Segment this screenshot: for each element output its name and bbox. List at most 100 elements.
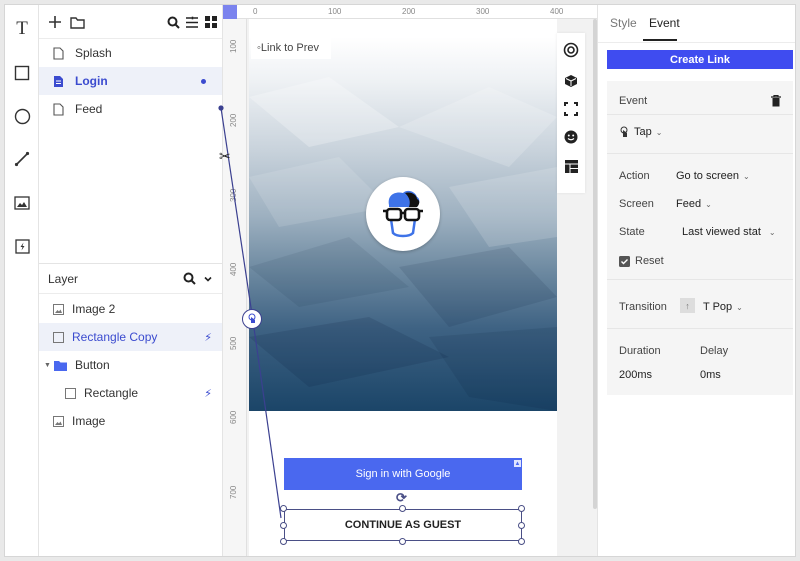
layer-item-rectangle-copy[interactable]: Rectangle Copy ⚡︎ bbox=[39, 323, 222, 351]
tab-event[interactable]: Event bbox=[649, 16, 680, 30]
create-link-button[interactable]: Create Link bbox=[607, 50, 793, 69]
add-folder-button[interactable] bbox=[69, 14, 85, 30]
folder-icon bbox=[69, 16, 85, 29]
add-page-button[interactable] bbox=[47, 14, 63, 30]
event-label: Event bbox=[619, 95, 648, 107]
hotspot-tool[interactable] bbox=[10, 234, 34, 258]
layout-button[interactable] bbox=[563, 158, 579, 174]
layer-label: Button bbox=[74, 358, 110, 372]
image-icon bbox=[14, 196, 30, 210]
duration-label: Duration bbox=[619, 345, 661, 357]
search-pages-button[interactable] bbox=[165, 14, 181, 30]
pages-toolbar bbox=[39, 5, 222, 39]
reset-checkbox[interactable]: Reset bbox=[619, 255, 664, 267]
page-label: Feed bbox=[75, 102, 103, 116]
resize-handle[interactable] bbox=[518, 522, 525, 529]
scissors-icon[interactable]: ✂ bbox=[219, 148, 231, 165]
page-item-splash[interactable]: Splash bbox=[39, 39, 222, 67]
page-item-login[interactable]: Login bbox=[39, 67, 222, 95]
hero-background-image[interactable] bbox=[249, 37, 557, 411]
collapse-layers-button[interactable] bbox=[203, 273, 213, 287]
continue-as-guest-button[interactable]: CONTINUE AS GUEST bbox=[284, 509, 522, 541]
chevron-down-icon: ⌄ bbox=[736, 303, 743, 312]
link-to-prev-label[interactable]: ◦Link to Prev bbox=[251, 37, 331, 59]
divider bbox=[607, 153, 793, 154]
action-select[interactable]: Go to screen ⌄ bbox=[676, 170, 750, 182]
transition-value: T Pop bbox=[703, 301, 733, 313]
properties-panel: Style Event Create Link Event Tap ⌄ Actio… bbox=[597, 5, 795, 556]
layers-header: Layer bbox=[39, 264, 222, 294]
ruler-tick-label: 0 bbox=[253, 7, 258, 16]
ruler-tick-label: 200 bbox=[402, 7, 416, 16]
page-label: Login bbox=[75, 74, 108, 88]
text-icon: T bbox=[16, 18, 28, 39]
search-layers-button[interactable] bbox=[183, 272, 196, 288]
sort-pages-button[interactable] bbox=[184, 14, 200, 30]
resize-handle[interactable] bbox=[280, 538, 287, 545]
trigger-select[interactable]: Tap ⌄ bbox=[619, 126, 662, 138]
layers-panel: Layer Image 2 Rectangle Copy ⚡︎ ▼ Button… bbox=[39, 263, 223, 556]
resize-handle[interactable] bbox=[399, 538, 406, 545]
current-page-indicator bbox=[201, 78, 206, 84]
transition-select[interactable]: T Pop ⌄ bbox=[703, 301, 743, 313]
avatar[interactable] bbox=[366, 177, 440, 251]
trigger-value: Tap bbox=[634, 126, 652, 138]
hotspot-icon bbox=[14, 238, 30, 254]
page-label: Splash bbox=[75, 46, 112, 60]
rectangle-tool[interactable] bbox=[10, 61, 34, 85]
grid-view-button[interactable] bbox=[203, 14, 219, 30]
resize-handle[interactable] bbox=[399, 505, 406, 512]
trash-icon bbox=[771, 94, 781, 107]
layer-label: Rectangle bbox=[84, 386, 139, 400]
delete-event-button[interactable] bbox=[771, 94, 781, 112]
tap-gesture-icon bbox=[248, 313, 256, 323]
resize-handle[interactable] bbox=[518, 538, 525, 545]
expand-caret-icon[interactable]: ▼ bbox=[44, 362, 51, 369]
screen-select[interactable]: Feed ⌄ bbox=[676, 198, 712, 210]
tap-trigger-hotspot[interactable] bbox=[242, 309, 262, 329]
sign-in-google-button[interactable]: Sign in with Google bbox=[284, 458, 522, 490]
duration-input[interactable]: 200ms bbox=[619, 369, 652, 381]
text-tool[interactable]: T bbox=[10, 17, 34, 41]
tab-style[interactable]: Style bbox=[610, 16, 637, 30]
search-icon bbox=[167, 16, 180, 29]
state-select[interactable]: Last viewed stat ⌄ bbox=[682, 226, 776, 238]
design-canvas[interactable]: ◦Link to Prev Sign in with Google ▲ ⟳ CO… bbox=[247, 19, 597, 556]
active-tab-indicator bbox=[643, 39, 677, 41]
emoji-button[interactable] bbox=[563, 129, 579, 145]
ellipse-tool[interactable] bbox=[10, 104, 34, 128]
action-label: Action bbox=[619, 170, 650, 182]
chevron-down-icon: ⌄ bbox=[705, 200, 712, 209]
smiley-icon bbox=[564, 130, 578, 144]
delay-label: Delay bbox=[700, 345, 729, 357]
ruler-tick-label: 100 bbox=[328, 7, 342, 16]
rectangle-icon bbox=[65, 387, 76, 399]
chevron-down-icon bbox=[204, 276, 212, 282]
transition-direction-icon[interactable]: ↑ bbox=[680, 298, 695, 313]
resize-handle[interactable] bbox=[280, 522, 287, 529]
chevron-down-icon: ⌄ bbox=[768, 228, 776, 237]
artboard-login[interactable]: ◦Link to Prev Sign in with Google ▲ ⟳ CO… bbox=[249, 19, 557, 556]
divider bbox=[607, 328, 793, 329]
preview-button[interactable] bbox=[563, 42, 579, 58]
delay-input[interactable]: 0ms bbox=[700, 369, 721, 381]
layout-table-icon bbox=[564, 159, 578, 173]
list-sort-icon bbox=[186, 16, 198, 28]
page-icon bbox=[53, 75, 67, 88]
layer-item-rectangle[interactable]: Rectangle ⚡︎ bbox=[39, 379, 222, 407]
page-icon bbox=[53, 46, 67, 60]
divider bbox=[607, 279, 793, 280]
resize-handle[interactable] bbox=[518, 505, 525, 512]
image-icon bbox=[53, 415, 64, 427]
layer-item-image[interactable]: Image bbox=[39, 407, 222, 435]
chevron-down-icon: ⌄ bbox=[655, 127, 663, 137]
image-tool[interactable] bbox=[10, 191, 34, 215]
layer-item-button-group[interactable]: ▼ Button bbox=[39, 351, 222, 379]
layer-item-image-2[interactable]: Image 2 bbox=[39, 295, 222, 323]
page-item-feed[interactable]: Feed bbox=[39, 95, 222, 123]
rotate-handle-icon[interactable]: ⟳ bbox=[396, 490, 407, 506]
component-button[interactable] bbox=[563, 73, 579, 89]
layer-label: Image 2 bbox=[72, 302, 116, 316]
line-tool[interactable] bbox=[10, 147, 34, 171]
frame-button[interactable] bbox=[563, 101, 579, 117]
